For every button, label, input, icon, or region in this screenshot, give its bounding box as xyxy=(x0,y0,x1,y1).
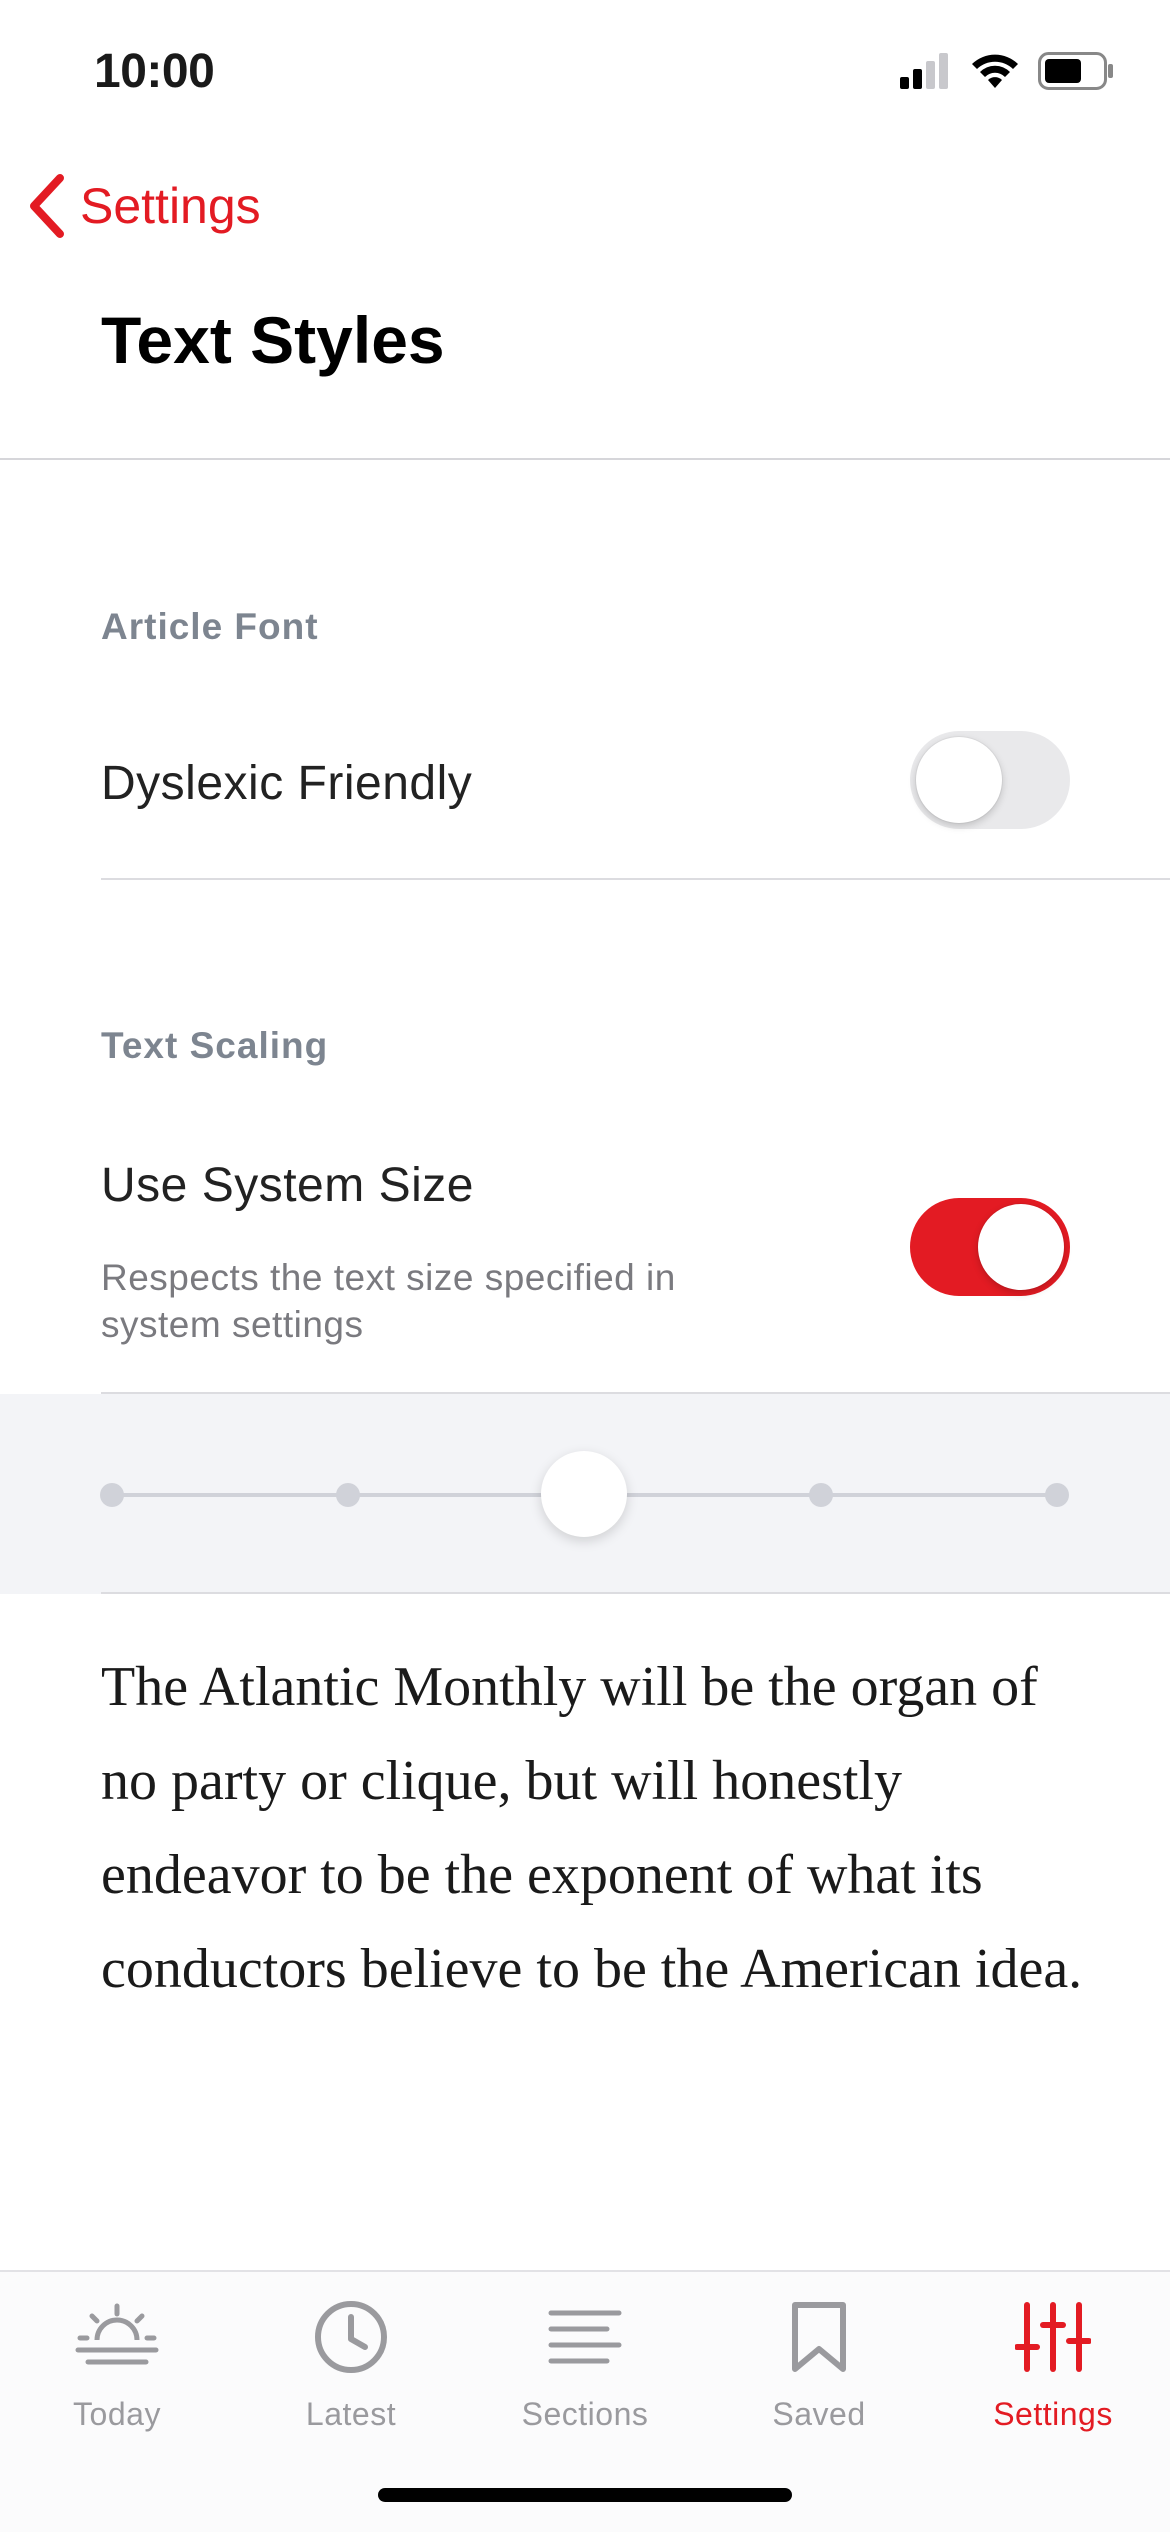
wifi-icon xyxy=(972,54,1018,88)
sample-article-text: The Atlantic Monthly will be the organ o… xyxy=(101,1656,1083,2000)
tab-saved[interactable]: Saved xyxy=(702,2292,936,2433)
home-indicator[interactable] xyxy=(378,2488,792,2502)
sunrise-icon xyxy=(72,2292,162,2382)
slider-step-dot[interactable] xyxy=(809,1483,833,1507)
use-system-size-label: Use System Size xyxy=(101,1159,474,1212)
tab-today[interactable]: Today xyxy=(0,2292,234,2433)
tab-settings[interactable]: Settings xyxy=(936,2292,1170,2433)
status-icons xyxy=(900,52,1114,90)
slider-step-dot[interactable] xyxy=(1045,1483,1069,1507)
chevron-left-icon xyxy=(30,174,64,238)
sliders-icon xyxy=(1008,2292,1098,2382)
tab-label: Sections xyxy=(521,2396,649,2432)
back-button[interactable]: Settings xyxy=(26,170,261,242)
slider-step-dot[interactable] xyxy=(336,1483,360,1507)
tab-label: Saved xyxy=(772,2396,866,2432)
use-system-size-description: Respects the text size specified in syst… xyxy=(101,1257,676,1345)
dyslexic-friendly-label: Dyslexic Friendly xyxy=(101,757,473,810)
dyslexic-friendly-toggle[interactable] xyxy=(910,731,1070,829)
tab-label: Latest xyxy=(305,2396,397,2432)
section-header-text-scaling: Text Scaling xyxy=(101,1025,329,1066)
battery-icon xyxy=(1038,52,1113,90)
toggle-knob xyxy=(978,1204,1064,1290)
back-label: Settings xyxy=(80,178,261,234)
tab-sections[interactable]: Sections xyxy=(468,2292,702,2433)
toggle-knob xyxy=(916,737,1002,823)
row-divider xyxy=(101,878,1170,880)
header-divider xyxy=(0,458,1170,460)
tab-label: Today xyxy=(73,2396,161,2432)
slider-step-dot[interactable] xyxy=(100,1483,124,1507)
text-size-slider-thumb[interactable] xyxy=(541,1451,627,1537)
use-system-size-toggle[interactable] xyxy=(910,1198,1070,1296)
status-time: 10:00 xyxy=(94,45,215,98)
tab-latest[interactable]: Latest xyxy=(234,2292,468,2433)
status-bar: 10:00 xyxy=(0,0,1170,150)
lines-icon xyxy=(540,2292,630,2382)
text-size-slider-panel xyxy=(0,1394,1170,1594)
clock-icon xyxy=(306,2292,396,2382)
row-divider xyxy=(101,1592,1170,1594)
cellular-signal-icon xyxy=(900,53,948,89)
page-title: Text Styles xyxy=(101,303,445,377)
tab-label: Settings xyxy=(993,2396,1113,2432)
section-header-article-font: Article Font xyxy=(101,606,319,647)
bookmark-icon xyxy=(774,2292,864,2382)
